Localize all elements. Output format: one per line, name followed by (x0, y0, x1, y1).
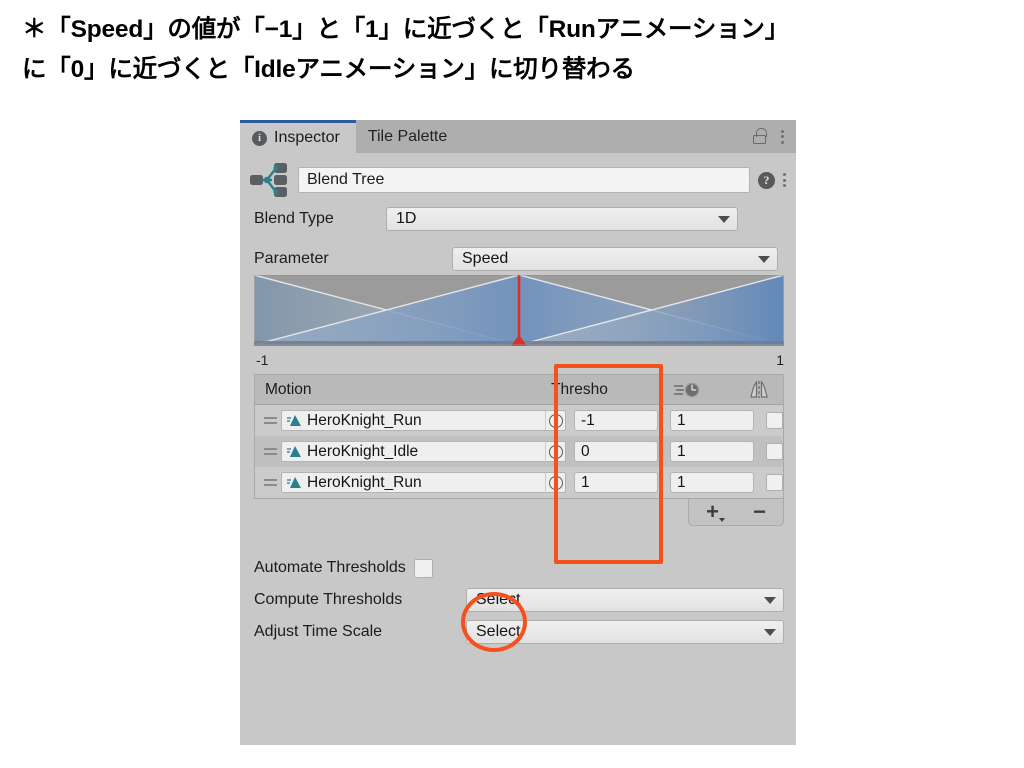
help-icon[interactable]: ? (758, 171, 775, 189)
adjust-time-scale-dropdown[interactable]: Select (466, 620, 784, 644)
threshold-field[interactable]: -1 (574, 410, 658, 431)
animation-clip-icon (287, 476, 303, 489)
automate-thresholds-row: Automate Thresholds (240, 554, 796, 582)
automate-thresholds-label: Automate Thresholds (254, 559, 406, 576)
blend-type-value: 1D (396, 210, 417, 227)
motion-name: HeroKnight_Idle (307, 442, 419, 460)
motion-name: HeroKnight_Run (307, 473, 422, 491)
blend-type-row: Blend Type 1D (240, 205, 796, 233)
compute-thresholds-dropdown[interactable]: Select (466, 588, 784, 612)
table-row[interactable]: HeroKnight_Run -1 1 (255, 405, 783, 436)
chevron-down-icon (758, 255, 770, 263)
blend-type-dropdown[interactable]: 1D (386, 207, 738, 231)
axis-max-label: 1 (776, 352, 784, 368)
motion-object-field[interactable]: HeroKnight_Run (281, 472, 566, 493)
speed-field[interactable]: 1 (670, 472, 754, 493)
motion-table: Motion Thresho HeroKnight_Run -1 1 HeroK… (254, 374, 784, 499)
inspector-tabbar: i Inspector Tile Palette (240, 120, 796, 153)
add-motion-label: + (706, 499, 719, 524)
adjust-time-scale-value: Select (476, 623, 521, 640)
remove-motion-button[interactable]: − (753, 501, 766, 523)
header-motion: Motion (265, 380, 312, 398)
asset-name-row: Blend Tree ? (240, 153, 796, 205)
object-picker-icon[interactable] (545, 411, 565, 430)
caption-line-2: に「0」に近づくと「Idleアニメーション」に切り替わる (22, 56, 635, 83)
inspector-window: i Inspector Tile Palette Blend Tree ? Bl… (240, 120, 796, 745)
table-row[interactable]: HeroKnight_Run 1 1 (255, 467, 783, 498)
adjust-time-scale-row: Adjust Time Scale Select (240, 618, 796, 646)
speed-field[interactable]: 1 (670, 441, 754, 462)
speed-field[interactable]: 1 (670, 410, 754, 431)
tab-tile-palette-label: Tile Palette (367, 127, 448, 145)
caption-text: ＊「Speed」の値が「−1」と「1」に近づくと「Runアニメーション」 に「0… (22, 10, 1007, 90)
tab-inspector-label: Inspector (274, 129, 340, 146)
parameter-label: Parameter (254, 250, 329, 267)
mirror-checkbox[interactable] (766, 474, 783, 491)
motion-table-header: Motion Thresho (255, 375, 783, 405)
motion-object-field[interactable]: HeroKnight_Run (281, 410, 566, 431)
mirror-checkbox[interactable] (766, 443, 783, 460)
chevron-down-icon (718, 215, 730, 223)
table-row[interactable]: HeroKnight_Idle 0 1 (255, 436, 783, 467)
parameter-row: Parameter Speed (240, 245, 796, 273)
mirror-checkbox[interactable] (766, 412, 783, 429)
axis-min-label: -1 (256, 352, 269, 368)
info-icon: i (252, 130, 267, 146)
add-motion-button[interactable]: + (706, 499, 725, 524)
object-picker-icon[interactable] (545, 442, 565, 461)
tab-inspector[interactable]: i Inspector (240, 120, 356, 153)
parameter-value: Speed (462, 250, 509, 267)
blend-tree-icon (248, 159, 290, 201)
drag-handle-icon[interactable] (259, 448, 281, 455)
motion-object-field[interactable]: HeroKnight_Idle (281, 441, 566, 462)
blend-graph-axis: -1 1 (240, 349, 796, 368)
threshold-field[interactable]: 0 (574, 441, 658, 462)
drag-handle-icon[interactable] (259, 417, 281, 424)
object-picker-icon[interactable] (545, 473, 565, 492)
threshold-field[interactable]: 1 (574, 472, 658, 493)
drag-handle-icon[interactable] (259, 479, 281, 486)
kebab-menu-icon[interactable] (783, 173, 786, 187)
chevron-down-icon (764, 628, 776, 636)
adjust-time-scale-label: Adjust Time Scale (254, 623, 383, 640)
parameter-dropdown[interactable]: Speed (452, 247, 778, 271)
compute-thresholds-row: Compute Thresholds Select (240, 586, 796, 614)
header-threshold: Thresho (551, 380, 608, 398)
compute-thresholds-label: Compute Thresholds (254, 591, 403, 608)
tab-tile-palette[interactable]: Tile Palette (356, 120, 463, 153)
animation-clip-icon (287, 414, 303, 427)
chevron-down-icon (718, 518, 725, 522)
compute-thresholds-value: Select (476, 591, 521, 608)
blend-type-label: Blend Type (254, 210, 334, 227)
blend-graph[interactable] (240, 273, 796, 349)
tabbar-actions (753, 120, 796, 153)
mirror-icon (735, 380, 783, 399)
lock-open-icon[interactable] (753, 128, 767, 145)
automate-thresholds-checkbox[interactable] (413, 558, 433, 578)
table-actions: + − (254, 499, 784, 526)
asset-name-field[interactable]: Blend Tree (298, 167, 750, 193)
caption-line-1: ＊「Speed」の値が「−1」と「1」に近づくと「Runアニメーション」 (22, 16, 790, 43)
animation-clip-icon (287, 445, 303, 458)
motion-name: HeroKnight_Run (307, 411, 422, 429)
chevron-down-icon (764, 596, 776, 604)
speed-clock-icon (639, 381, 735, 398)
kebab-menu-icon[interactable] (781, 129, 784, 144)
